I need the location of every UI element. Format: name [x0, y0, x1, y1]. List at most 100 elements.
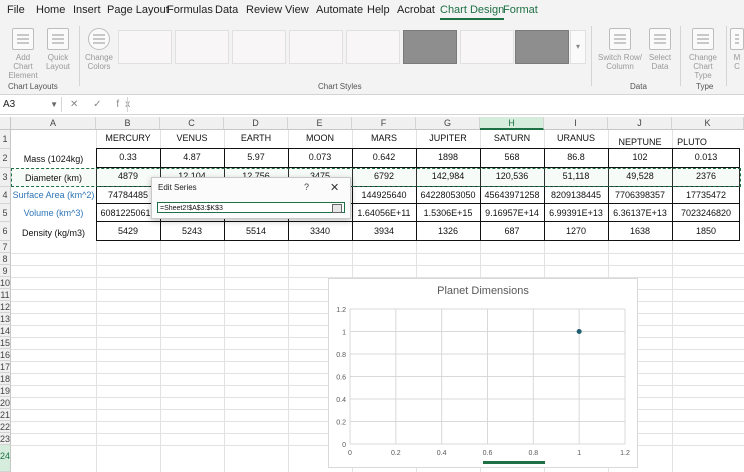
cell-a5[interactable]: Volume (km^3) — [11, 208, 96, 218]
column-header-g[interactable]: G — [416, 117, 480, 130]
tab-data[interactable]: Data — [215, 4, 238, 16]
cell-h6[interactable]: 687 — [480, 226, 544, 236]
chart-style-3[interactable] — [232, 30, 286, 64]
cell-j5[interactable]: 6.36137E+13 — [608, 208, 672, 218]
tab-review[interactable]: Review — [246, 4, 282, 16]
cell-i3[interactable]: 51,118 — [544, 171, 608, 181]
cell-f5[interactable]: 1.64056E+11 — [352, 208, 416, 218]
cell-f2[interactable]: 0.642 — [352, 152, 416, 162]
cell-j2[interactable]: 102 — [608, 152, 672, 162]
cell-k5[interactable]: 7023246820 — [672, 208, 740, 218]
close-icon[interactable]: ✕ — [330, 181, 339, 194]
cell-f4[interactable]: 144925640 — [352, 190, 416, 200]
row-header-3[interactable]: 3 — [0, 168, 11, 187]
row-header-12[interactable]: 12 — [0, 301, 11, 313]
cell-h1[interactable]: SATURN — [480, 133, 544, 143]
row-header-7[interactable]: 7 — [0, 241, 11, 253]
tab-insert[interactable]: Insert — [73, 4, 101, 16]
row-header-11[interactable]: 11 — [0, 289, 11, 301]
cell-c1[interactable]: VENUS — [160, 133, 224, 143]
column-header-d[interactable]: D — [224, 117, 288, 130]
chart-styles-more-button[interactable]: ▾ — [570, 30, 586, 64]
chevron-down-icon[interactable]: ▼ — [50, 97, 58, 112]
row-header-6[interactable]: 6 — [0, 222, 11, 241]
row-header-1[interactable]: 1 — [0, 130, 11, 149]
row-header-5[interactable]: 5 — [0, 204, 11, 222]
quick-layout-button[interactable]: Quick Layout — [43, 28, 73, 71]
formula-input[interactable] — [127, 97, 744, 112]
switch-row-column-button[interactable]: Switch Row/ Column — [598, 28, 642, 71]
cell-f1[interactable]: MARS — [352, 133, 416, 143]
cell-d2[interactable]: 5.97 — [224, 152, 288, 162]
tab-page-layout[interactable]: Page Layout — [107, 4, 169, 16]
row-header-2[interactable]: 2 — [0, 149, 11, 168]
row-header-13[interactable]: 13 — [0, 313, 11, 325]
chart-style-6[interactable] — [403, 30, 457, 64]
chart-style-5[interactable] — [346, 30, 400, 64]
add-chart-element-button[interactable]: Add Chart Element — [5, 28, 41, 80]
cell-g2[interactable]: 1898 — [416, 152, 480, 162]
tab-view[interactable]: View — [285, 4, 309, 16]
cell-i1[interactable]: URANUS — [544, 133, 608, 143]
cell-h3[interactable]: 120,536 — [480, 171, 544, 181]
chart-style-1[interactable] — [118, 30, 172, 64]
cell-a6[interactable]: Density (kg/m3) — [11, 228, 96, 238]
row-header-17[interactable]: 17 — [0, 361, 11, 373]
chart-style-8[interactable] — [515, 30, 569, 64]
cell-g3[interactable]: 142,984 — [416, 171, 480, 181]
cell-b2[interactable]: 0.33 — [96, 152, 160, 162]
select-all-corner[interactable] — [0, 117, 11, 130]
row-header-24[interactable]: 24 — [0, 445, 11, 472]
tab-help[interactable]: Help — [367, 4, 390, 16]
row-header-19[interactable]: 19 — [0, 385, 11, 397]
cell-j1[interactable]: NEPTUNE — [608, 137, 672, 147]
cell-g4[interactable]: 64228053050 — [416, 190, 480, 200]
cell-h2[interactable]: 568 — [480, 152, 544, 162]
column-header-i[interactable]: I — [544, 117, 608, 130]
chart-style-2[interactable] — [175, 30, 229, 64]
cell-h4[interactable]: 45643971258 — [480, 190, 544, 200]
series-range-input[interactable]: =Sheet2!$A$3:$K$3 — [157, 202, 345, 213]
row-header-4[interactable]: 4 — [0, 187, 11, 204]
row-header-22[interactable]: 22 — [0, 421, 11, 433]
row-header-20[interactable]: 20 — [0, 397, 11, 409]
tab-chart-design[interactable]: Chart Design — [440, 4, 505, 20]
column-header-c[interactable]: C — [160, 117, 224, 130]
select-data-button[interactable]: Select Data — [646, 28, 674, 71]
cell-a4[interactable]: Surface Area (km^2) — [11, 190, 96, 200]
cell-b1[interactable]: MERCURY — [96, 133, 160, 143]
tab-automate[interactable]: Automate — [316, 4, 363, 16]
cell-k2[interactable]: 0.013 — [672, 152, 740, 162]
expand-dialog-icon[interactable] — [332, 204, 342, 213]
chart-style-4[interactable] — [289, 30, 343, 64]
cell-d6[interactable]: 5514 — [224, 226, 288, 236]
row-header-16[interactable]: 16 — [0, 349, 11, 361]
cell-i6[interactable]: 1270 — [544, 226, 608, 236]
row-header-8[interactable]: 8 — [0, 253, 11, 265]
cell-c6[interactable]: 5243 — [160, 226, 224, 236]
cell-j3[interactable]: 49,528 — [608, 171, 672, 181]
cell-k3[interactable]: 2376 — [672, 171, 740, 181]
row-header-21[interactable]: 21 — [0, 409, 11, 421]
column-header-j[interactable]: J — [608, 117, 672, 130]
change-colors-button[interactable]: Change Colors — [82, 28, 116, 71]
cell-k6[interactable]: 1850 — [672, 226, 740, 236]
row-header-18[interactable]: 18 — [0, 373, 11, 385]
column-header-e[interactable]: E — [288, 117, 352, 130]
chart-resize-handle[interactable] — [483, 461, 545, 464]
tab-formulas[interactable]: Formulas — [167, 4, 213, 16]
row-header-14[interactable]: 14 — [0, 325, 11, 337]
cell-g5[interactable]: 1.5306E+15 — [416, 208, 480, 218]
cell-d1[interactable]: EARTH — [224, 133, 288, 143]
cell-f6[interactable]: 3934 — [352, 226, 416, 236]
cell-b6[interactable]: 5429 — [96, 226, 160, 236]
tab-acrobat[interactable]: Acrobat — [397, 4, 435, 16]
cell-g1[interactable]: JUPITER — [416, 133, 480, 143]
cell-h5[interactable]: 9.16957E+14 — [480, 208, 544, 218]
cell-a2[interactable]: Mass (1024kg) — [11, 154, 96, 164]
cell-i5[interactable]: 6.99391E+13 — [544, 208, 608, 218]
tab-home[interactable]: Home — [36, 4, 65, 16]
cell-a3[interactable]: Diameter (km) — [11, 173, 96, 183]
cell-e2[interactable]: 0.073 — [288, 152, 352, 162]
cell-g6[interactable]: 1326 — [416, 226, 480, 236]
